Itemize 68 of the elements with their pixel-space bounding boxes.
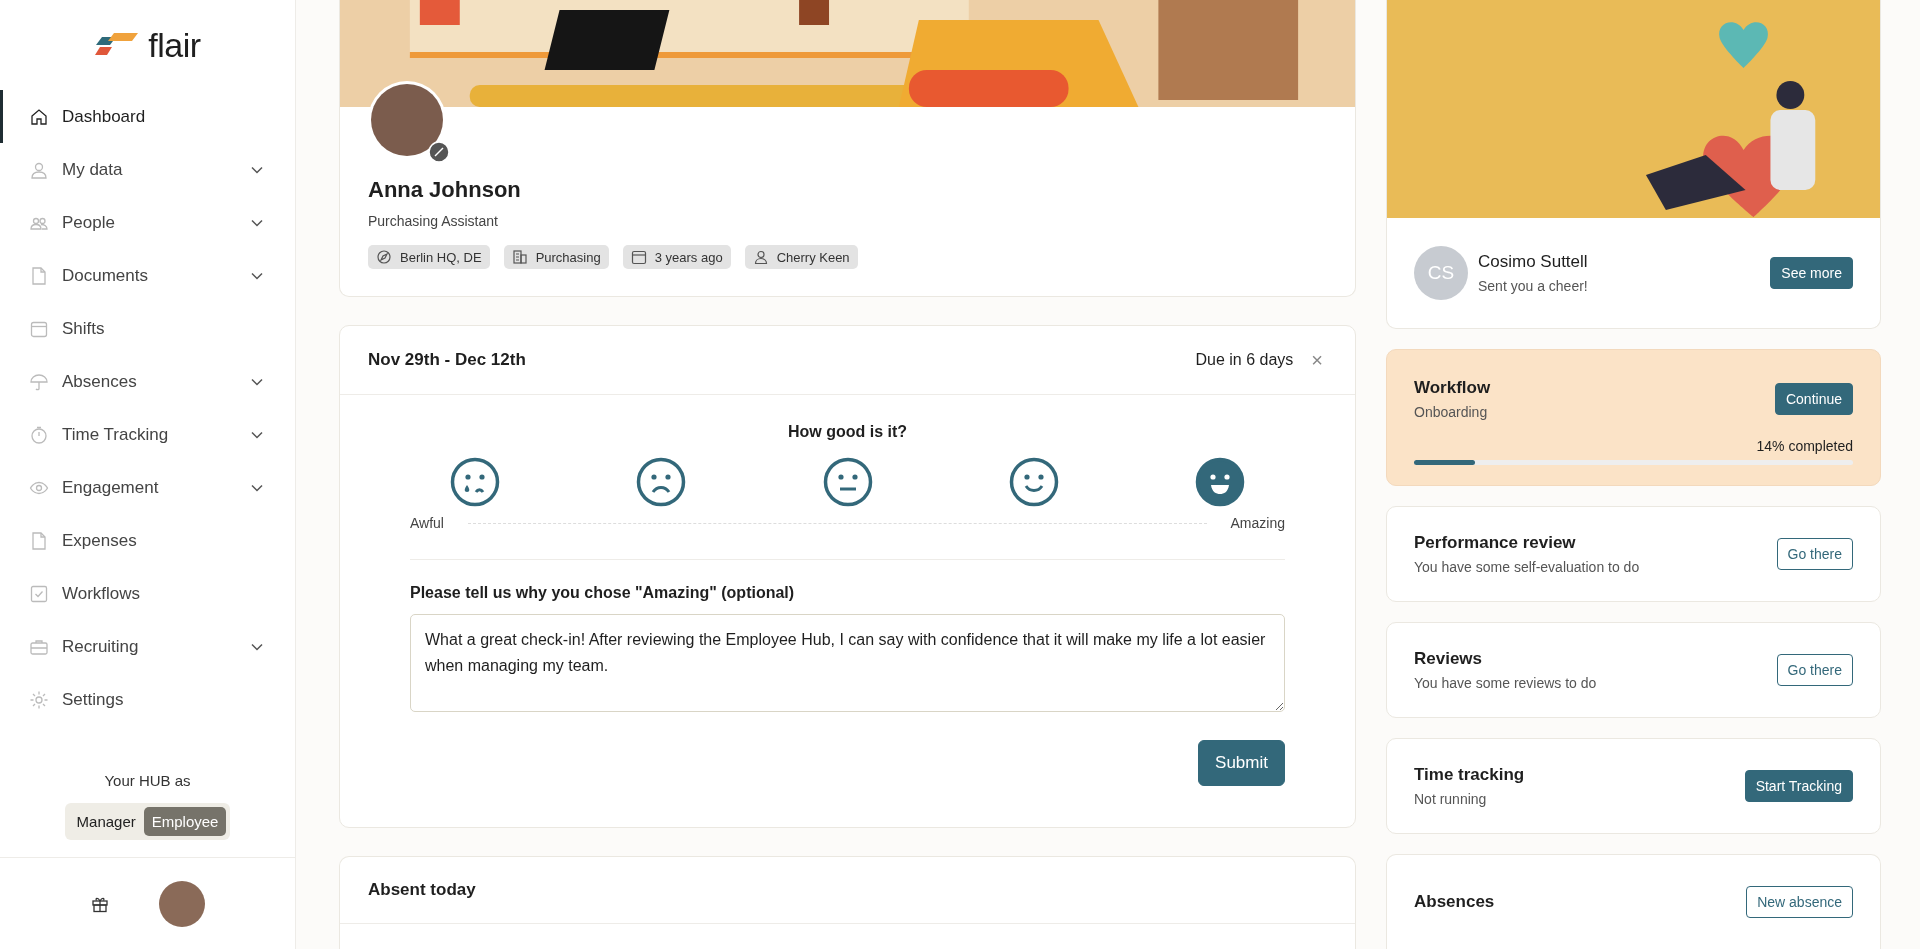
- nav-item[interactable]: Workflows: [0, 567, 295, 620]
- workflow-name: Onboarding: [1414, 404, 1489, 420]
- due-label: Due in 6 days: [1195, 351, 1294, 369]
- job-title: Purchasing Assistant: [368, 213, 499, 229]
- person-icon: [752, 249, 769, 265]
- section-title: Absent today: [368, 880, 477, 900]
- crying-face-icon[interactable]: [450, 457, 500, 507]
- gear-icon: [29, 689, 49, 710]
- nav-item[interactable]: Recruiting: [0, 620, 295, 673]
- chip-label: Purchasing: [535, 249, 601, 265]
- task-button[interactable]: Go there: [1776, 538, 1853, 570]
- building-icon: [511, 249, 528, 265]
- role-label: Your HUB as: [104, 772, 191, 789]
- nav-item[interactable]: Expenses: [0, 514, 295, 567]
- task-title: Performance review: [1414, 533, 1577, 553]
- task-title: Reviews: [1414, 649, 1484, 669]
- see-more-button[interactable]: See more: [1770, 257, 1853, 289]
- cheer-message: Sent you a cheer!: [1478, 278, 1589, 294]
- task-title: Time tracking: [1414, 765, 1526, 785]
- calendar-icon: [630, 249, 647, 265]
- smile-face-icon[interactable]: [1008, 457, 1059, 507]
- pencil-icon[interactable]: [428, 141, 450, 163]
- continue-button[interactable]: Continue: [1774, 383, 1853, 415]
- reason-field[interactable]: What a great check-in! After reviewing the Employee Hub, I can say with confidence that it will make my life a lot easier when managing my team.: [410, 614, 1285, 712]
- file-icon: [29, 530, 49, 551]
- chip-label: Berlin HQ, DE: [400, 249, 482, 265]
- task-description: You have some reviews to do: [1414, 675, 1598, 691]
- close-button[interactable]: ×: [1307, 348, 1327, 372]
- checkin-period: Nov 29th - Dec 12th: [368, 350, 527, 370]
- nav-item[interactable]: Documents: [0, 249, 295, 302]
- role-option[interactable]: Manager: [68, 807, 144, 836]
- nav-item[interactable]: People: [0, 196, 295, 249]
- task-title: Absences: [1414, 892, 1496, 912]
- role-option[interactable]: Employee: [143, 807, 227, 836]
- scale-max-label: Amazing: [1230, 515, 1285, 531]
- reason-label: Please tell us why you chose "Amazing" (optional): [410, 584, 796, 602]
- sender-avatar: CS: [1414, 246, 1468, 300]
- employee-name: Anna Johnson: [368, 177, 522, 203]
- submit-button[interactable]: Submit: [1198, 740, 1285, 786]
- chip-label: Cherry Keen: [776, 249, 850, 265]
- check-icon: [29, 583, 49, 604]
- nav-item[interactable]: Settings: [0, 673, 295, 726]
- nav-item[interactable]: Time Tracking: [0, 408, 295, 461]
- task-description: Not running: [1414, 791, 1488, 807]
- rating-question: How good is it?: [786, 423, 909, 441]
- nav-item[interactable]: Absences: [0, 355, 295, 408]
- nav-item[interactable]: My data: [0, 143, 295, 196]
- sender-name: Cosimo Suttell: [1478, 252, 1589, 272]
- nav-item[interactable]: Shifts: [0, 302, 295, 355]
- neutral-face-icon[interactable]: [822, 457, 873, 507]
- task-button[interactable]: Go there: [1776, 654, 1853, 686]
- chip-label: 3 years ago: [654, 249, 723, 265]
- task-button[interactable]: Start Tracking: [1744, 770, 1853, 802]
- compass-icon: [376, 249, 392, 265]
- sad-face-icon[interactable]: [636, 457, 687, 507]
- task-button[interactable]: New absence: [1746, 886, 1853, 918]
- stopwatch-icon: [29, 424, 49, 445]
- profile-photo: [371, 84, 443, 156]
- workflow-title: Workflow: [1414, 378, 1492, 398]
- nav-item[interactable]: Dashboard: [0, 90, 295, 143]
- grin-face-icon[interactable]: [1195, 457, 1245, 507]
- progress-label: 14% completed: [1755, 438, 1853, 454]
- file-icon: [29, 265, 49, 286]
- task-description: You have some self-evaluation to do: [1414, 559, 1641, 575]
- scale-min-label: Awful: [410, 515, 444, 531]
- umbrella-icon: [29, 371, 49, 392]
- logo-text: flair: [148, 25, 201, 65]
- nav-item[interactable]: Engagement: [0, 461, 295, 514]
